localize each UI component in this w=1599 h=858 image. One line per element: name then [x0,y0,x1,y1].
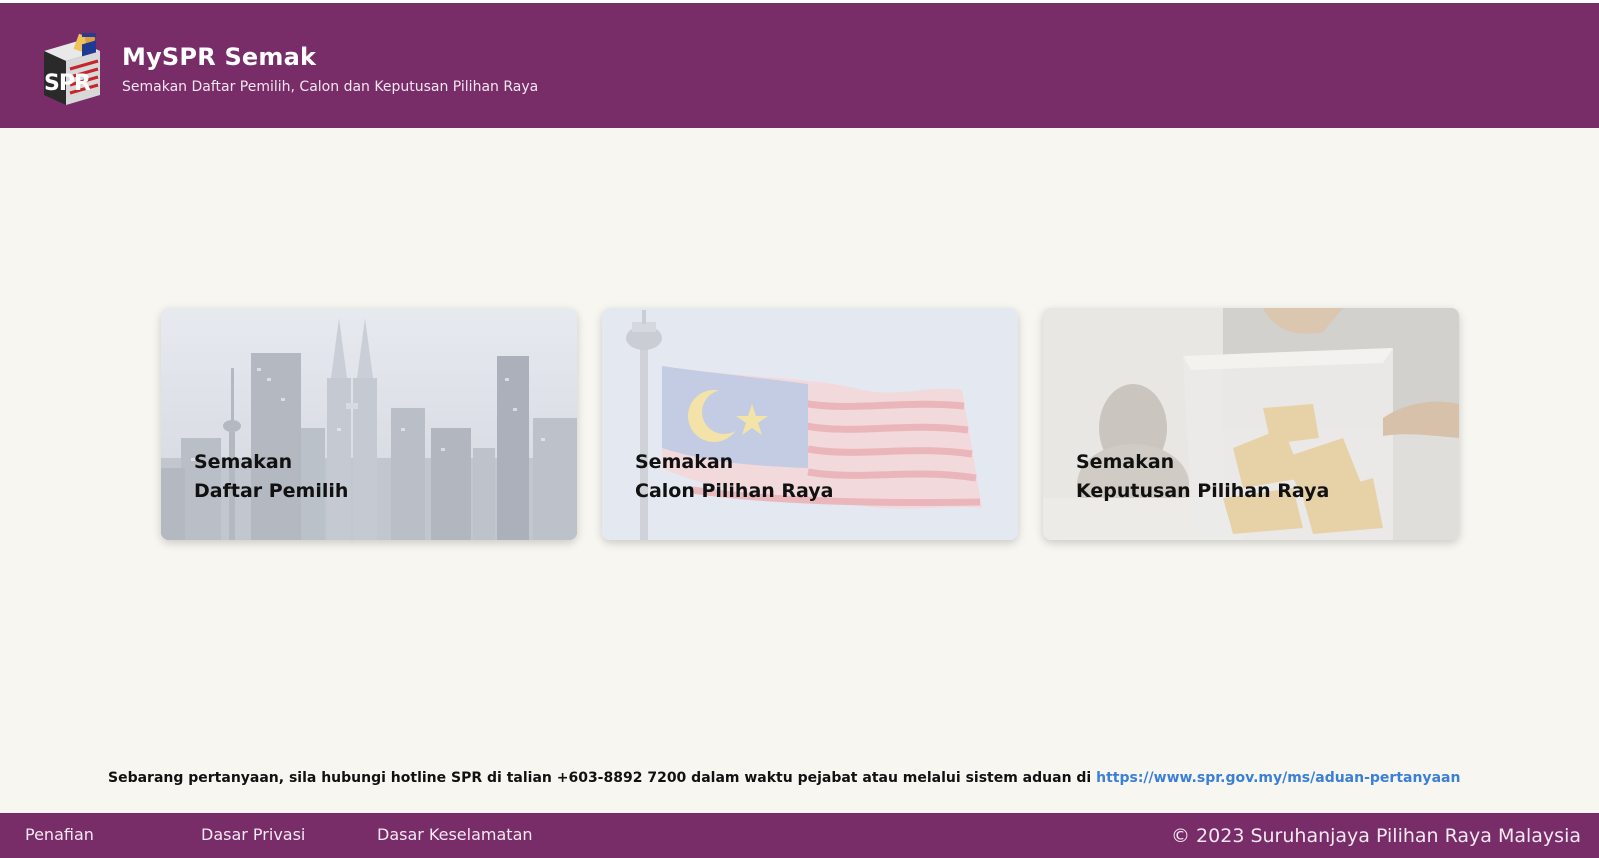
card-label: Semakan Calon Pilihan Raya [635,448,834,506]
copyright-text: © 2023 Suruhanjaya Pilihan Raya Malaysia [1171,825,1581,847]
logo-text: SPR [44,71,91,96]
contact-text: Sebarang pertanyaan, sila hubungi hotlin… [108,770,1097,786]
card-label-line2: Daftar Pemilih [194,480,349,502]
site-title[interactable]: MySPR Semak [122,43,316,71]
card-label-line1: Semakan [194,451,293,473]
ballot-box-logo-icon [44,33,100,105]
card-label-line2: Keputusan Pilihan Raya [1076,480,1330,502]
card-label: Semakan Daftar Pemilih [194,448,348,506]
contact-info: Sebarang pertanyaan, sila hubungi hotlin… [108,770,1508,786]
card-label-line2: Calon Pilihan Raya [635,480,834,502]
card-label: Semakan Keputusan Pilihan Raya [1076,448,1329,506]
main-content: Semakan Daftar Pemilih Semakan Calon Pil… [0,128,1599,813]
card-semakan-daftar-pemilih[interactable]: Semakan Daftar Pemilih [161,308,577,540]
complaint-link[interactable]: https://www.spr.gov.my/ms/aduan-pertanya… [1096,770,1460,786]
card-semakan-calon-pilihan-raya[interactable]: Semakan Calon Pilihan Raya [602,308,1018,540]
site-subtitle: Semakan Daftar Pemilih, Calon dan Keputu… [122,79,539,95]
card-label-line1: Semakan [635,451,734,473]
footer-link-dasar-keselamatan[interactable]: Dasar Keselamatan [377,825,533,844]
site-footer: Penafian Dasar Privasi Dasar Keselamatan… [0,813,1599,858]
card-label-line1: Semakan [1076,451,1175,473]
site-header: SPR MySPR Semak Semakan Daftar Pemilih, … [0,3,1599,128]
card-semakan-keputusan-pilihan-raya[interactable]: Semakan Keputusan Pilihan Raya [1043,308,1459,540]
spr-logo[interactable]: SPR [38,29,106,109]
footer-link-dasar-privasi[interactable]: Dasar Privasi [201,825,305,844]
footer-link-penafian[interactable]: Penafian [25,825,94,844]
